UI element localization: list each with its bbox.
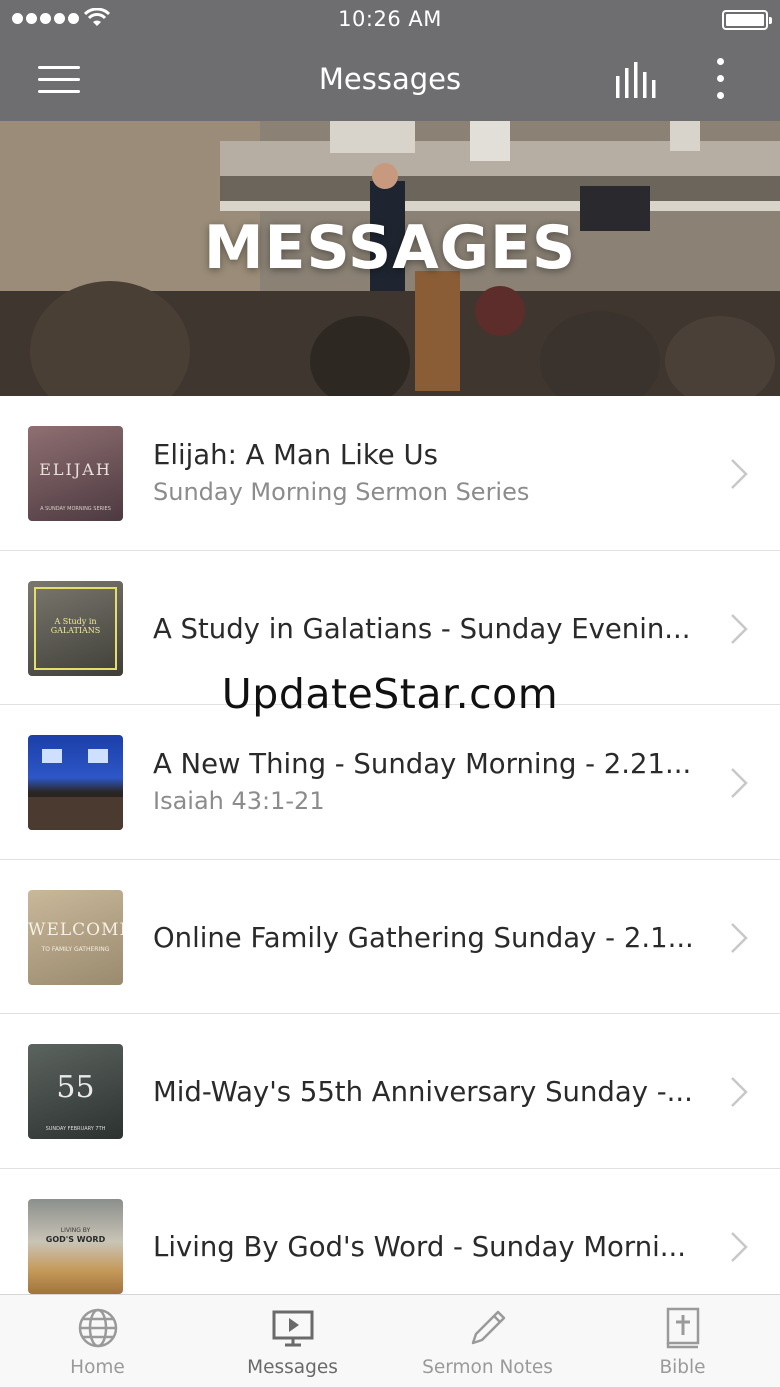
series-thumbnail: A Study in GALATIANS bbox=[28, 580, 123, 676]
list-item[interactable]: A New Thing - Sunday Morning - 2.21... I… bbox=[0, 705, 780, 860]
thumbnail-caption: SUNDAY FEBRUARY 7TH bbox=[45, 1126, 106, 1132]
series-thumbnail: ELIJAH A SUNDAY MORNING SERIES bbox=[28, 426, 123, 521]
thumbnail-text: 55 bbox=[56, 1070, 95, 1105]
message-title: A New Thing - Sunday Morning - 2.21... bbox=[153, 748, 692, 780]
battery-icon bbox=[722, 10, 772, 30]
tab-bar: Home Messages Sermon Notes Bible bbox=[0, 1294, 780, 1387]
tab-bible[interactable]: Bible bbox=[585, 1295, 780, 1387]
list-item[interactable]: ELIJAH A SUNDAY MORNING SERIES Elijah: A… bbox=[0, 396, 780, 551]
top-bar: 10:26 AM Messages bbox=[0, 0, 780, 121]
message-title: Elijah: A Man Like Us bbox=[153, 439, 438, 471]
tab-home[interactable]: Home bbox=[0, 1295, 195, 1387]
tab-label: Bible bbox=[659, 1357, 706, 1378]
audio-bars-icon[interactable] bbox=[614, 62, 660, 100]
globe-icon bbox=[78, 1308, 118, 1348]
tab-label: Home bbox=[70, 1357, 125, 1378]
message-title: A Study in Galatians - Sunday Evenin... bbox=[153, 612, 691, 645]
chevron-right-icon bbox=[731, 613, 748, 644]
message-title: Mid-Way's 55th Anniversary Sunday -... bbox=[153, 1076, 693, 1108]
hero-banner: MESSAGES bbox=[0, 121, 780, 396]
nav-bar: Messages bbox=[0, 40, 780, 121]
message-title: Living By God's Word - Sunday Morni... bbox=[153, 1230, 687, 1263]
thumbnail-caption: LIVING BY bbox=[60, 1226, 91, 1234]
message-subtitle: Isaiah 43:1-21 bbox=[153, 787, 325, 815]
chevron-right-icon bbox=[731, 922, 748, 953]
chevron-right-icon bbox=[731, 459, 748, 489]
pencil-icon bbox=[471, 1310, 506, 1345]
tab-label: Messages bbox=[247, 1357, 338, 1378]
page-title: Messages bbox=[318, 62, 462, 96]
message-subtitle: Sunday Morning Sermon Series bbox=[153, 478, 530, 506]
series-thumbnail: WELCOME TO FAMILY GATHERING bbox=[28, 889, 123, 985]
message-title: Online Family Gathering Sunday - 2.1... bbox=[153, 921, 694, 954]
chevron-right-icon bbox=[731, 768, 748, 798]
thumbnail-caption: TO FAMILY GATHERING bbox=[41, 945, 110, 953]
chevron-right-icon bbox=[731, 1231, 748, 1262]
watermark-text: UpdateStar.com bbox=[221, 670, 559, 718]
thumbnail-text: ELIJAH bbox=[39, 460, 112, 479]
thumbnail-text: A Study in GALATIANS bbox=[50, 616, 101, 635]
thumbnail-text: WELCOME bbox=[28, 919, 123, 940]
message-list: ELIJAH A SUNDAY MORNING SERIES Elijah: A… bbox=[0, 396, 780, 1323]
series-thumbnail: 55 SUNDAY FEBRUARY 7TH bbox=[28, 1044, 123, 1139]
tab-messages[interactable]: Messages bbox=[195, 1295, 390, 1387]
thumbnail-caption: A SUNDAY MORNING SERIES bbox=[40, 506, 111, 512]
hero-title: MESSAGES bbox=[203, 213, 577, 283]
status-bar: 10:26 AM bbox=[0, 0, 780, 40]
more-options-button[interactable] bbox=[706, 58, 734, 102]
bible-icon bbox=[666, 1307, 700, 1349]
series-thumbnail bbox=[28, 735, 123, 830]
status-time: 10:26 AM bbox=[338, 7, 442, 31]
list-item[interactable]: 55 SUNDAY FEBRUARY 7TH Mid-Way's 55th An… bbox=[0, 1014, 780, 1169]
tv-play-icon bbox=[272, 1310, 314, 1347]
chevron-right-icon bbox=[731, 1077, 748, 1107]
tab-label: Sermon Notes bbox=[422, 1357, 553, 1378]
thumbnail-text: GOD'S WORD bbox=[45, 1234, 106, 1244]
tab-sermon-notes[interactable]: Sermon Notes bbox=[390, 1295, 585, 1387]
series-thumbnail: LIVING BY GOD'S WORD bbox=[28, 1198, 123, 1294]
list-item[interactable]: WELCOME TO FAMILY GATHERING Online Famil… bbox=[0, 860, 780, 1014]
